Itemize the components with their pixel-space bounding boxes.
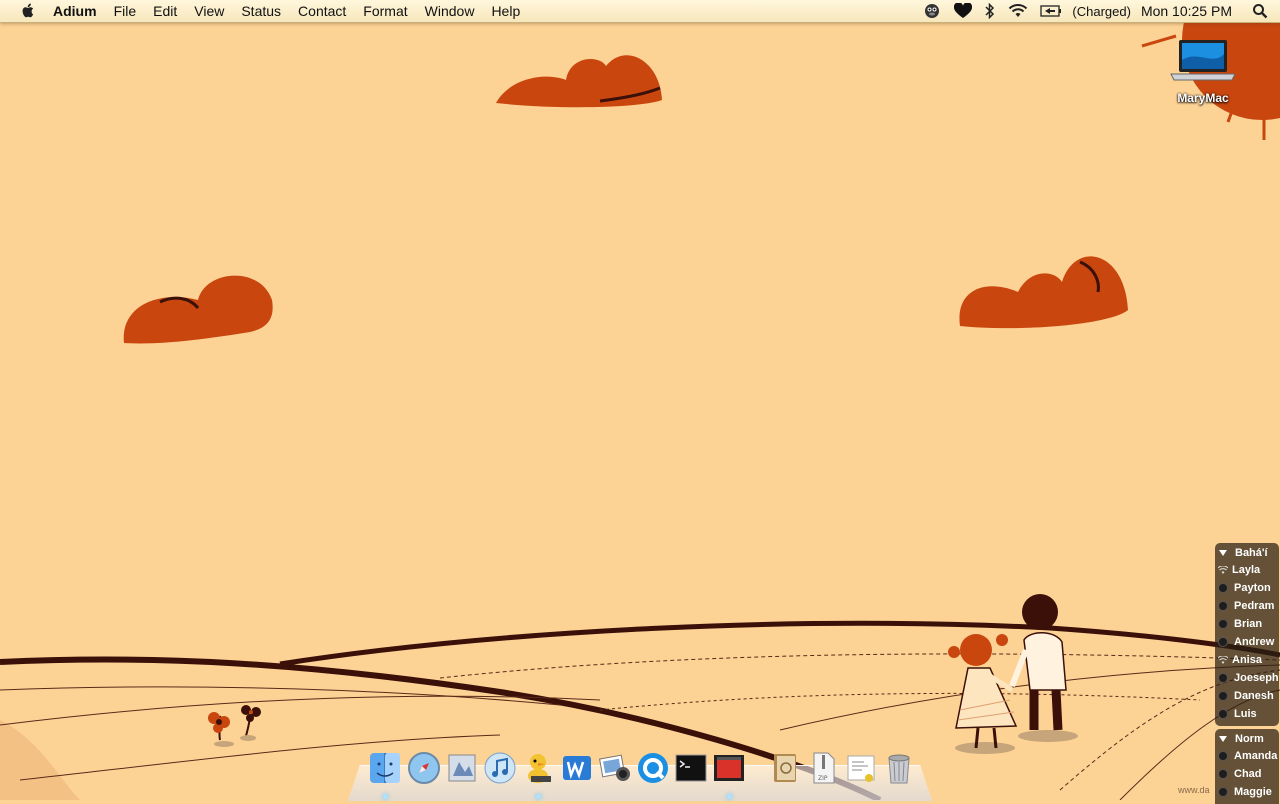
cloud <box>959 256 1128 329</box>
status-dot-icon <box>1218 709 1228 719</box>
bluetooth-icon[interactable] <box>984 3 996 19</box>
disclosure-triangle-icon[interactable] <box>1219 550 1227 556</box>
mobile-status-icon <box>1218 656 1228 664</box>
adium-icon[interactable] <box>521 750 555 786</box>
contact-anisa[interactable]: Anisa <box>1215 651 1279 669</box>
status-dot-icon <box>1218 601 1228 611</box>
safari-icon[interactable] <box>407 750 441 786</box>
flowers <box>208 705 261 747</box>
contact-layla[interactable]: Layla <box>1215 561 1279 579</box>
running-indicator <box>383 794 388 799</box>
contact-name: Anisa <box>1232 654 1262 666</box>
contact-amanda[interactable]: Amanda <box>1215 747 1279 765</box>
itunes-icon[interactable] <box>483 750 517 786</box>
contact-name: Amanda <box>1234 750 1278 762</box>
status-dot-icon <box>1218 637 1228 647</box>
group-header[interactable]: Bahá'í <box>1215 545 1279 561</box>
menu-extras: (Charged) Mon 10:25 PM <box>916 0 1280 22</box>
contact-name: Maggie <box>1234 786 1272 798</box>
address-book-icon[interactable] <box>768 750 802 786</box>
contact-chad[interactable]: Chad <box>1215 765 1279 783</box>
contact-name: Joeseph <box>1234 672 1279 684</box>
menu-view[interactable]: View <box>186 0 233 22</box>
document-stack-icon[interactable] <box>844 750 878 786</box>
running-indicator <box>536 794 541 799</box>
menu-status[interactable]: Status <box>233 0 290 22</box>
laptop-icon <box>1170 40 1236 81</box>
desktop-wallpaper <box>0 0 1280 800</box>
contact-name: Layla <box>1232 564 1261 576</box>
status-dot-icon <box>1218 583 1228 593</box>
contact-name: Luis <box>1234 708 1257 720</box>
desktop-icon-label: MaryMac <box>1177 91 1229 105</box>
contact-payton[interactable]: Payton <box>1215 579 1279 597</box>
group-name: Bahá'í <box>1235 547 1268 559</box>
menu-format[interactable]: Format <box>355 0 416 22</box>
group-header[interactable]: Norm <box>1215 731 1279 747</box>
status-dot-icon <box>1218 691 1228 701</box>
contact-name: Andrew <box>1234 636 1275 648</box>
menu-clock[interactable]: Mon 10:25 PM <box>1141 3 1232 19</box>
trash-icon[interactable] <box>882 750 916 786</box>
contact-luis[interactable]: Luis <box>1215 705 1279 723</box>
zip-archive-icon[interactable]: ZIP <box>806 750 840 786</box>
group-name: Norm <box>1235 733 1264 745</box>
menu-help[interactable]: Help <box>483 0 529 22</box>
contact-brian[interactable]: Brian <box>1215 615 1279 633</box>
status-dot-icon <box>1218 751 1228 761</box>
disclosure-triangle-icon[interactable] <box>1219 736 1227 742</box>
quicktime-icon[interactable] <box>636 750 670 786</box>
menu-file[interactable]: File <box>106 0 146 22</box>
contact-joeseph[interactable]: Joeseph <box>1215 669 1279 687</box>
word-icon[interactable] <box>560 750 594 786</box>
app-menu-adium[interactable]: Adium <box>51 0 106 22</box>
contact-name: Chad <box>1234 768 1262 780</box>
contact-name: Brian <box>1234 618 1263 630</box>
contact-group-bahai: Bahá'í Layla Payton Pedram Brian Andrew … <box>1215 543 1279 726</box>
contact-andrew[interactable]: Andrew <box>1215 633 1279 651</box>
status-dot-icon <box>1218 673 1228 683</box>
svg-text:ZIP: ZIP <box>818 775 828 782</box>
contact-group-norm: Norm Amanda Chad Maggie <box>1215 729 1279 804</box>
contact-name: Danesh <box>1234 690 1274 702</box>
status-dot-icon <box>1218 769 1228 779</box>
spotlight-icon[interactable] <box>1252 3 1268 19</box>
wifi-icon[interactable] <box>1008 3 1028 19</box>
contact-name: Payton <box>1234 582 1271 594</box>
cloud <box>123 275 273 344</box>
preview-icon[interactable] <box>445 750 479 786</box>
apple-menu-icon[interactable] <box>19 2 37 20</box>
running-indicator <box>727 794 732 799</box>
cloud <box>496 55 662 108</box>
finder-icon[interactable] <box>368 750 402 786</box>
adium-duck-icon[interactable] <box>922 2 942 20</box>
contact-name: Pedram <box>1234 600 1275 612</box>
heart-icon[interactable] <box>954 3 973 19</box>
battery-icon[interactable] <box>1040 5 1062 17</box>
contact-maggie[interactable]: Maggie <box>1215 783 1279 801</box>
menu-edit[interactable]: Edit <box>145 0 186 22</box>
status-dot-icon <box>1218 787 1228 797</box>
wallpaper-watermark: www.da <box>1178 785 1210 795</box>
menu-bar: Adium File Edit View Status Contact Form… <box>0 0 1280 23</box>
menu-contact[interactable]: Contact <box>290 0 355 22</box>
children-illustration <box>948 594 1078 754</box>
battery-status-text[interactable]: (Charged) <box>1072 4 1131 19</box>
iphoto-icon[interactable] <box>598 750 632 786</box>
desktop-icon-marymac[interactable]: MaryMac <box>1160 38 1246 107</box>
menu-window[interactable]: Window <box>417 0 484 22</box>
contact-pedram[interactable]: Pedram <box>1215 597 1279 615</box>
terminal-icon[interactable] <box>674 750 708 786</box>
mobile-status-icon <box>1218 566 1228 574</box>
contact-danesh[interactable]: Danesh <box>1215 687 1279 705</box>
status-dot-icon <box>1218 619 1228 629</box>
photo-booth-icon[interactable] <box>712 750 746 786</box>
